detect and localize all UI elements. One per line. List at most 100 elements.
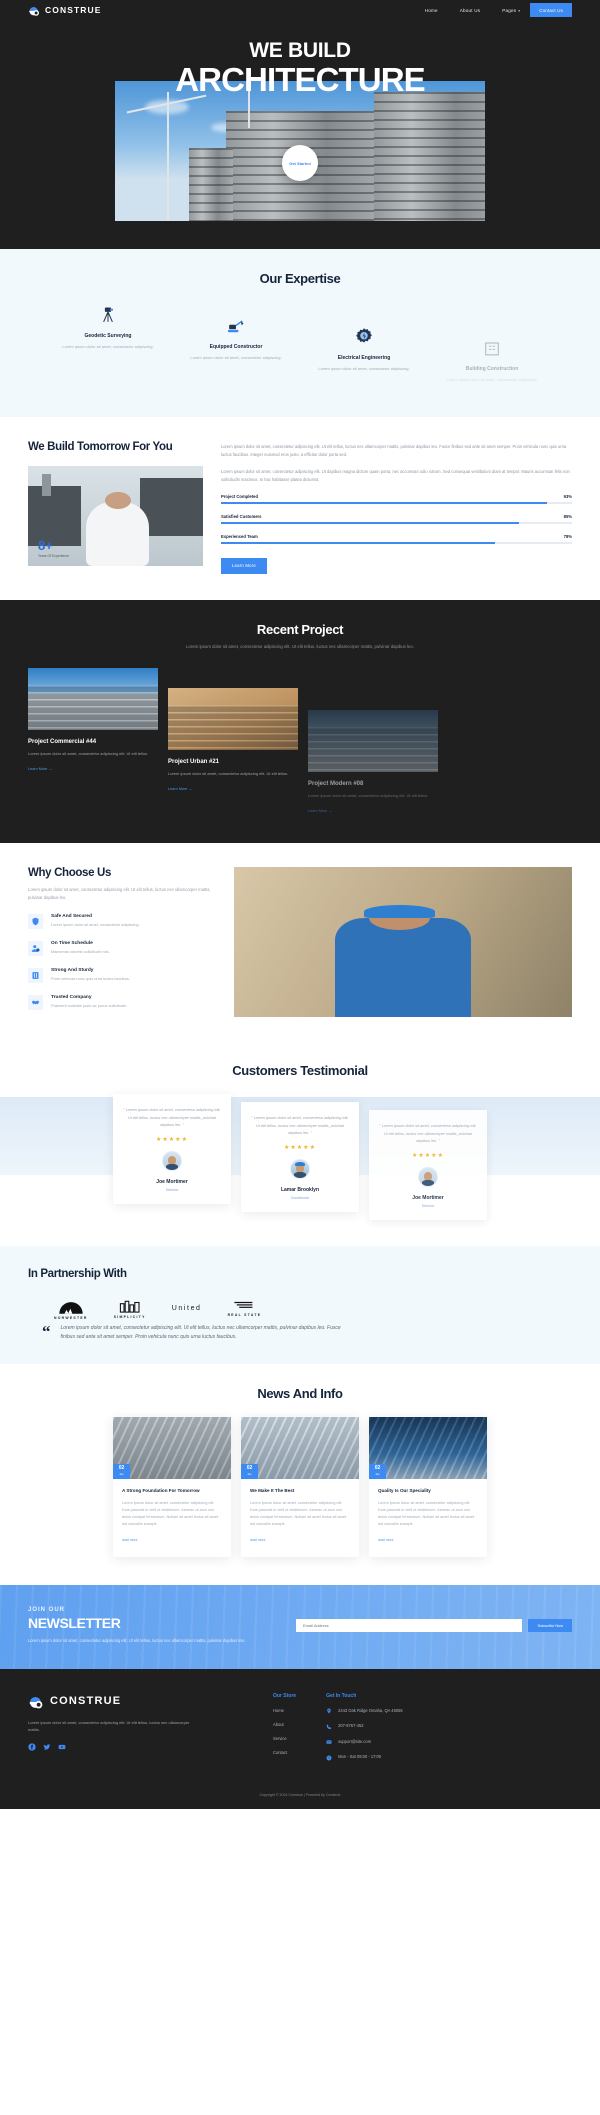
footer-link-home[interactable]: Home — [273, 1708, 296, 1713]
project-desc: Lorem ipsum dolor sit amet, consectetur … — [308, 793, 429, 799]
newsletter-form: Subscribe Now — [296, 1619, 572, 1633]
avatar — [418, 1166, 438, 1187]
testimonial-name: Lamar Brooklyn — [280, 1186, 320, 1193]
progress-track — [221, 542, 572, 544]
twitter-icon[interactable] — [43, 1743, 51, 1751]
footer-contact-text: 2443 Oak Ridge Omaha, QA 45065 — [338, 1707, 403, 1713]
footer-column-heading: Get In Touch — [326, 1692, 357, 1699]
handshake-icon — [28, 994, 43, 1010]
footer-contact-phone: 207-8767-452 — [326, 1723, 403, 1730]
newsletter-title: NEWSLETTER — [28, 1615, 121, 1632]
feature-title: Strong And Sturdy — [51, 967, 94, 973]
youtube-icon[interactable] — [58, 1743, 66, 1751]
news-read-more-link[interactable]: read more — [122, 1538, 137, 1542]
testimonial-card[interactable]: " Lorem ipsum dolor sit amet, consectetu… — [369, 1110, 487, 1220]
testimonial-role: Director — [165, 1187, 179, 1192]
partner-logo-united[interactable]: United — [172, 1305, 202, 1312]
partner-name: United — [171, 1305, 202, 1313]
expertise-card-desc: Lorem ipsum dolor sit amet, consectetur … — [62, 343, 154, 349]
phone-icon — [326, 1724, 332, 1730]
project-card-commercial[interactable]: Project Commercial #44 Lorem ipsum dolor… — [28, 668, 158, 775]
project-learn-more-link[interactable]: Learn More → — [168, 787, 192, 791]
progress-experienced-team: Experienced Team 78% — [221, 534, 572, 544]
news-image: 02 Jan — [241, 1416, 359, 1479]
news-read-more-link[interactable]: read more — [250, 1538, 265, 1542]
news-title: News And Info — [257, 1385, 343, 1401]
expertise-card-building-construction[interactable]: Building Construction Lorem ipsum dolor … — [437, 337, 547, 383]
contact-us-button[interactable]: Contact Us — [530, 3, 572, 17]
news-card[interactable]: 02 Jan Quality Is Our Speciality Lorem i… — [369, 1416, 487, 1558]
news-card[interactable]: 02 Jan We Make It The Best Lorem ipsum d… — [241, 1416, 359, 1558]
shield-icon — [28, 913, 43, 929]
feature-title: Trusted Company — [51, 994, 92, 1000]
testimonials-grid: " Lorem ipsum dolor sit amet, consectetu… — [0, 1094, 600, 1246]
project-learn-more-link[interactable]: Learn More → — [308, 809, 332, 813]
footer-contact-text[interactable]: 207-8767-452 — [338, 1723, 364, 1729]
news-read-more-link[interactable]: read more — [378, 1538, 393, 1542]
project-learn-more-link[interactable]: Learn More → — [28, 767, 52, 771]
footer-column-heading: Our Store — [273, 1692, 297, 1699]
partner-logo-real-state[interactable]: REAL STATE — [228, 1300, 262, 1317]
expertise-card-desc: Lorem ipsum dolor sit amet, consectetur … — [446, 376, 538, 382]
progress-satisfied-customers: Satisfied Customers 85% — [221, 514, 572, 524]
footer-contact-column: Get In Touch 2443 Oak Ridge Omaha, QA 45… — [326, 1693, 403, 1761]
why-right — [234, 867, 572, 1018]
testimonial-card[interactable]: " Lorem ipsum dolor sit amet, consectetu… — [241, 1102, 359, 1212]
expertise-card-geodetic-surveying[interactable]: Geodetic Surveying Lorem ipsum dolor sit… — [53, 304, 163, 350]
about-paragraph: Lorem ipsum dolor sit amet, consectetur … — [221, 468, 570, 482]
expertise-card-electrical-engineering[interactable]: Electrical Engineering Lorem ipsum dolor… — [309, 326, 419, 372]
brand-name: CONSTRUE — [45, 5, 102, 15]
news-grid: 02 Jan A Strong Foundation For Tomorrow … — [28, 1416, 572, 1558]
email-input[interactable] — [296, 1619, 523, 1633]
progress-label: Satisfied Customers — [221, 513, 262, 519]
testimonial-card[interactable]: " Lorem ipsum dolor sit amet, consectetu… — [113, 1094, 231, 1204]
why-image — [234, 867, 572, 1018]
mail-icon — [326, 1739, 332, 1745]
project-card-modern[interactable]: Project Modern #08 Lorem ipsum dolor sit… — [308, 710, 438, 817]
news-section: News And Info 02 Jan A Strong Foundation… — [0, 1363, 600, 1586]
footer-brand[interactable]: CONSTRUE — [28, 1693, 243, 1710]
partner-logo-simplicity[interactable]: SIMPLICITY — [114, 1298, 146, 1319]
footer-social-links — [28, 1743, 243, 1752]
footer-contact-text: Mon - Sat 09:00 - 17:00 — [338, 1754, 382, 1760]
testimonial-role: Constructor — [290, 1195, 310, 1200]
news-date-badge: 02 Jan — [369, 1463, 386, 1479]
nav-link-pages[interactable]: Pages ▾ — [502, 8, 520, 13]
about-section: We Build Tomorrow For You 8+ Years Of Ex… — [0, 416, 600, 600]
newsletter-copy: JOIN OUR NEWSLETTER Lorem ipsum dolor si… — [28, 1607, 278, 1644]
partners-title: In Partnership With — [28, 1267, 127, 1280]
progress-value: 85% — [563, 513, 572, 519]
testimonials-title: Customers Testimonial — [232, 1063, 368, 1079]
footer-link-contact[interactable]: Contact — [273, 1750, 296, 1755]
news-card[interactable]: 02 Jan A Strong Foundation For Tomorrow … — [113, 1416, 231, 1558]
project-card-urban[interactable]: Project Urban #21 Lorem ipsum dolor sit … — [168, 688, 298, 795]
subscribe-button[interactable]: Subscribe Now — [528, 1619, 572, 1633]
nav-link-home[interactable]: Home — [425, 8, 438, 13]
excavator-icon — [225, 315, 247, 337]
about-learn-more-button[interactable]: Learn More — [221, 557, 267, 574]
about-right: Lorem ipsum dolor sit amet, consectetur … — [221, 441, 572, 574]
expertise-card-name: Building Construction — [465, 365, 519, 372]
project-image — [308, 710, 438, 773]
experience-badge-number: 8+ — [38, 538, 53, 554]
facebook-icon[interactable] — [28, 1743, 36, 1752]
experience-badge-text: Years Of Experience — [38, 554, 69, 559]
progress-track — [221, 502, 572, 504]
expertise-card-name: Geodetic Surveying — [84, 332, 132, 339]
footer-contact-hours: Mon - Sat 09:00 - 17:00 — [326, 1754, 403, 1761]
news-card-title: We Make It The Best — [250, 1487, 295, 1493]
get-started-button[interactable]: Get Started — [282, 145, 318, 181]
gear-bolt-icon — [353, 326, 375, 348]
brand-logo[interactable]: CONSTRUE — [28, 4, 102, 17]
why-paragraph: Lorem ipsum dolor sit amet, consectetur … — [28, 887, 211, 901]
footer-link-about[interactable]: About — [273, 1722, 296, 1727]
mountain-icon — [58, 1298, 84, 1314]
feature-desc: Praesent molestie justo ac purus sollici… — [51, 1002, 128, 1008]
news-date-day: 02 — [118, 1465, 125, 1472]
footer-contact-text[interactable]: support@site.com — [338, 1739, 371, 1745]
nav-link-about[interactable]: About Us — [460, 8, 481, 13]
partner-logo-norwester[interactable]: NORWESTER — [54, 1298, 88, 1320]
building-icon — [481, 337, 503, 359]
footer-link-service[interactable]: Service — [273, 1736, 296, 1741]
expertise-card-equipped-constructor[interactable]: Equipped Constructor Lorem ipsum dolor s… — [181, 315, 291, 361]
